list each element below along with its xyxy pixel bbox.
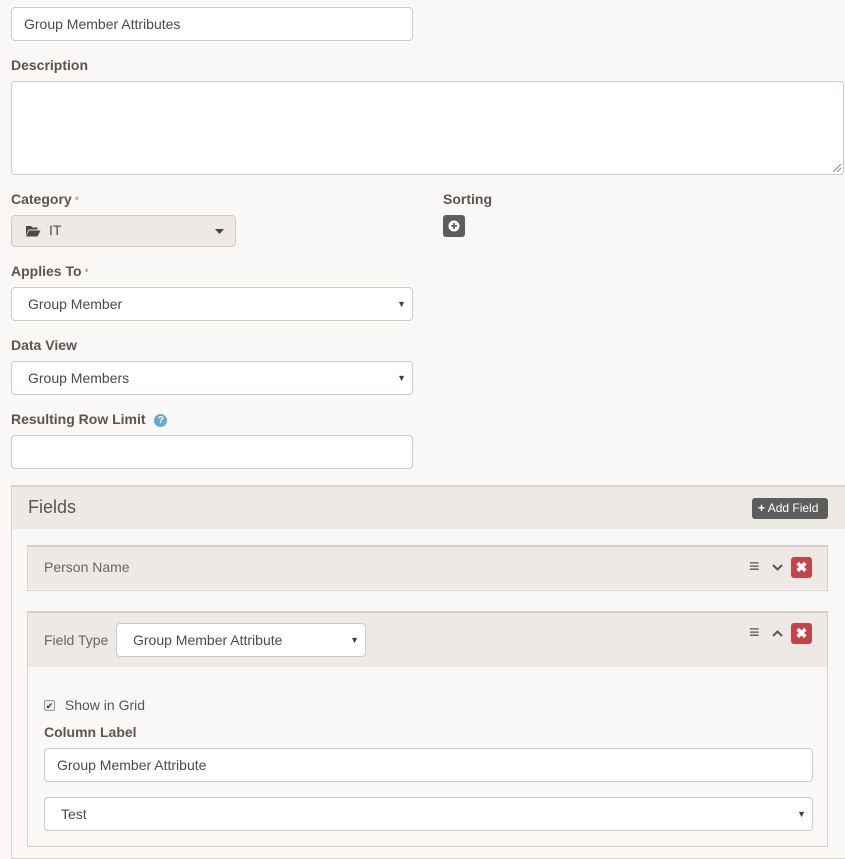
close-icon: ✖ [795, 559, 808, 575]
show-in-grid-row: ✔ Show in Grid [44, 696, 145, 713]
caret-down-icon [215, 229, 224, 234]
category-label-text: Category [11, 191, 72, 207]
data-view-label: Data View [11, 337, 77, 353]
fields-panel-heading: Fields + Add Field [12, 487, 845, 529]
delete-field-button[interactable]: ✖ [791, 623, 812, 644]
caret-down-icon: ▼ [397, 299, 406, 309]
field-type-label: Field Type [44, 632, 109, 648]
add-field-label: Add Field [767, 501, 819, 515]
close-icon: ✖ [795, 625, 808, 641]
plus-icon: + [758, 501, 766, 515]
field-item-header[interactable]: Person Name ≡ ✖ [28, 547, 827, 589]
reorder-icon[interactable]: ≡ [749, 622, 760, 643]
show-in-grid-label: Show in Grid [64, 697, 146, 714]
applies-to-select[interactable]: Group Member ▼ [11, 287, 413, 321]
chevron-down-icon[interactable] [772, 564, 783, 571]
required-indicator: • [84, 263, 89, 277]
show-in-grid-checkbox[interactable]: ✔ [44, 699, 55, 711]
row-limit-label: Resulting Row Limit ? [11, 411, 168, 427]
field-item-person-name: Person Name ≡ ✖ [27, 545, 828, 591]
field-item-group-member-attribute: Field Type Group Member Attribute ▼ ≡ ✖ … [27, 611, 828, 847]
caret-down-icon: ▼ [397, 373, 406, 383]
name-input[interactable]: Group Member Attributes [11, 7, 413, 41]
help-icon[interactable]: ? [154, 413, 168, 427]
attribute-select[interactable]: Test ▼ [44, 797, 813, 831]
fields-panel: Fields + Add Field Person Name ≡ ✖ Field… [11, 485, 845, 859]
chevron-up-icon[interactable] [772, 630, 783, 637]
fields-panel-title: Fields [28, 497, 77, 517]
category-picker[interactable]: IT [11, 215, 236, 247]
required-indicator: • [74, 191, 79, 205]
plus-circle-icon [448, 220, 460, 232]
column-label-input[interactable]: Group Member Attribute [44, 748, 813, 782]
add-field-button[interactable]: + Add Field [752, 498, 828, 519]
category-value: IT [49, 222, 62, 238]
reorder-icon[interactable]: ≡ [749, 556, 760, 577]
resize-handle-icon[interactable] [833, 164, 841, 172]
add-sorting-button[interactable] [443, 215, 465, 237]
data-view-value: Group Members [28, 370, 130, 386]
field-item-header[interactable]: Field Type Group Member Attribute ▼ ≡ ✖ [28, 613, 827, 667]
description-label: Description [11, 57, 89, 73]
field-item-title: Person Name [44, 559, 130, 575]
folder-open-icon [26, 226, 41, 237]
category-label: Category • [11, 191, 79, 207]
applies-to-label-text: Applies To [11, 263, 82, 279]
row-limit-label-text: Resulting Row Limit [11, 411, 146, 427]
applies-to-value: Group Member [28, 296, 123, 312]
caret-down-icon: ▼ [350, 635, 359, 645]
sorting-label: Sorting [443, 191, 492, 207]
applies-to-label: Applies To • [11, 263, 89, 279]
field-type-value: Group Member Attribute [133, 632, 283, 648]
row-limit-input[interactable] [11, 435, 413, 469]
field-type-select[interactable]: Group Member Attribute ▼ [116, 623, 366, 657]
description-textarea[interactable] [11, 81, 844, 175]
attribute-value: Test [61, 806, 87, 822]
data-view-select[interactable]: Group Members ▼ [11, 361, 413, 395]
delete-field-button[interactable]: ✖ [791, 557, 812, 578]
caret-down-icon: ▼ [797, 809, 806, 819]
column-label-label: Column Label [44, 724, 137, 740]
